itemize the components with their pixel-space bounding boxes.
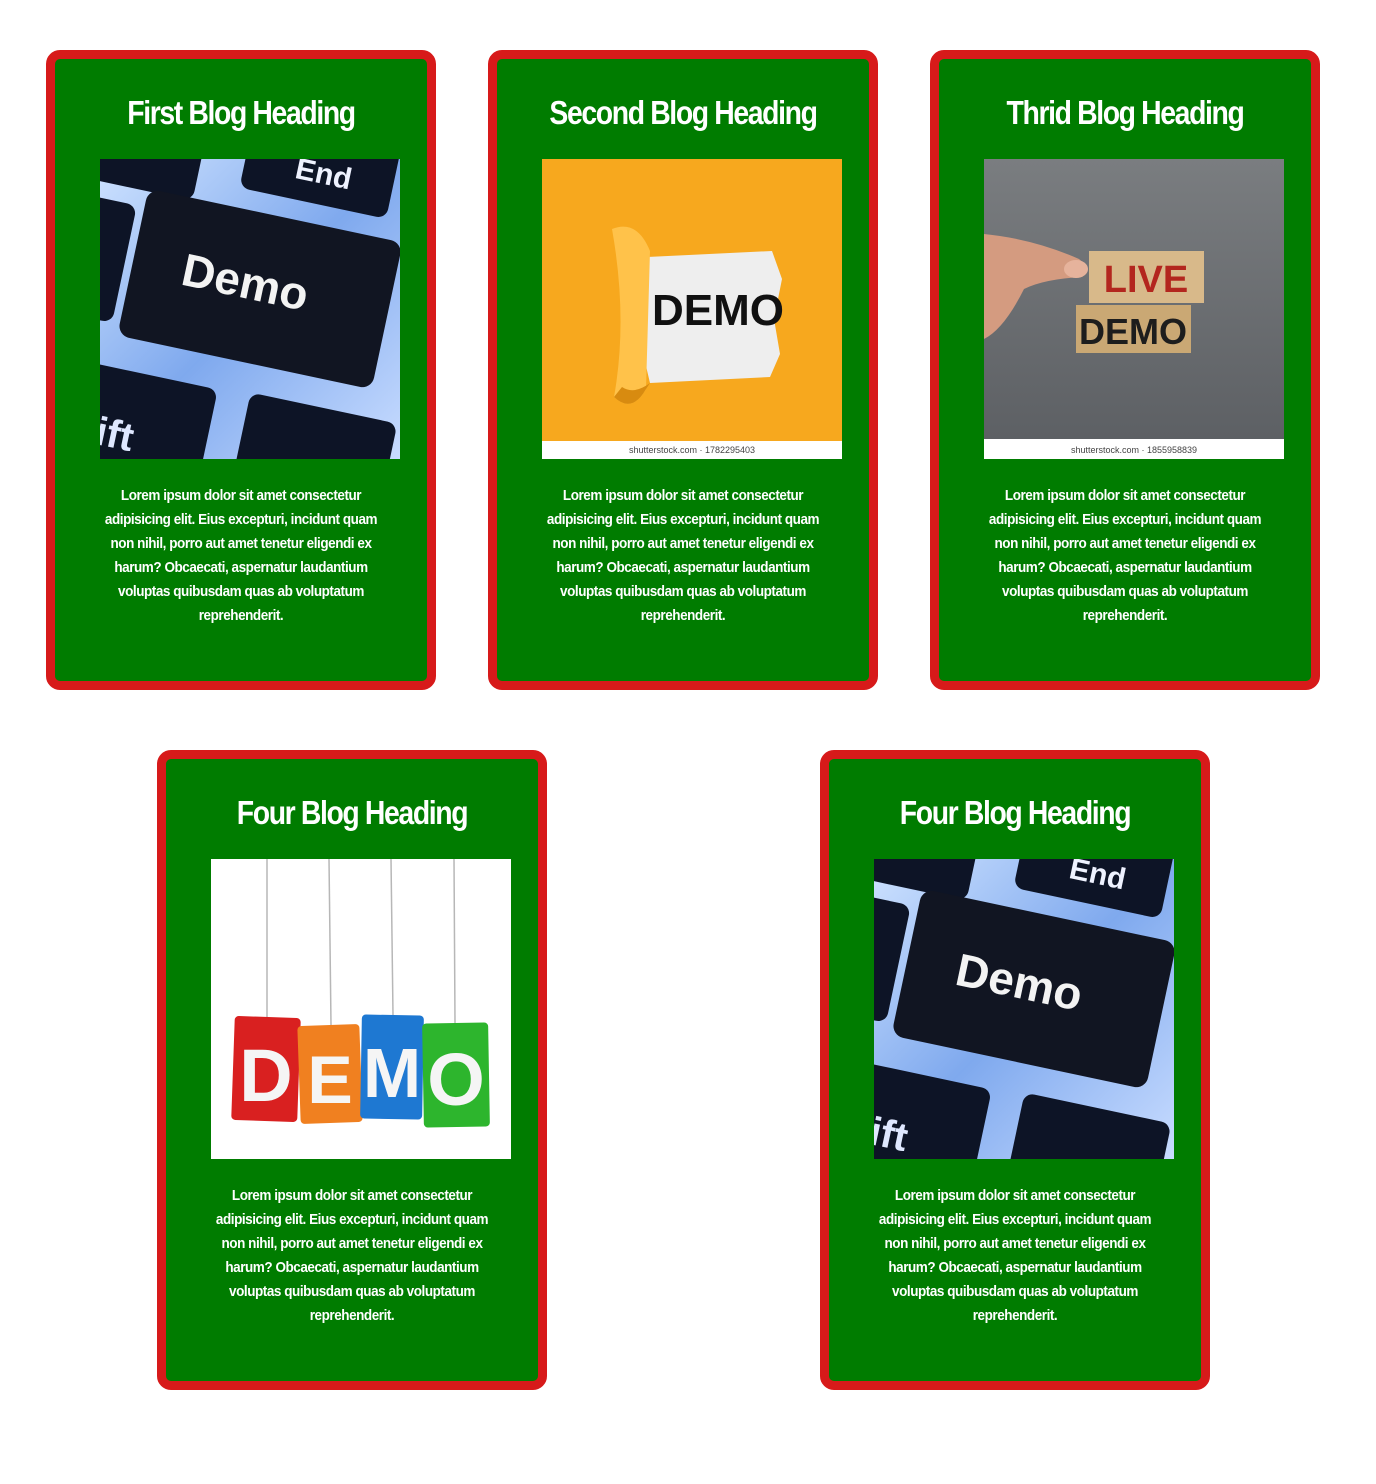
paper-label: DEMO bbox=[652, 286, 784, 335]
card-text: Lorem ipsum dolor sit amet consectetur a… bbox=[104, 487, 378, 624]
block-label-bottom: DEMO bbox=[1079, 311, 1187, 352]
tag-letter: M bbox=[363, 1034, 421, 1112]
demo-keyboard-key-image: End Demo ift bbox=[874, 859, 1174, 1159]
card-heading: Thrid Blog Heading bbox=[1006, 94, 1245, 131]
demo-keyboard-key-image: End Demo ift bbox=[100, 159, 400, 459]
card-heading: Four Blog Heading bbox=[899, 794, 1132, 831]
image-caption: shutterstock.com · 1782295403 bbox=[629, 445, 755, 455]
demo-torn-paper-image: DEMO shutterstock.com · 1782295403 bbox=[542, 159, 842, 459]
blog-card-four[interactable]: Four Blog Heading D E M O Lorem ipsum do… bbox=[157, 750, 547, 1390]
tag-letter: D bbox=[239, 1034, 292, 1117]
demo-hanging-tags-image: D E M O bbox=[211, 859, 511, 1159]
card-heading: Second Blog Heading bbox=[549, 94, 818, 131]
card-text: Lorem ipsum dolor sit amet consectetur a… bbox=[878, 1187, 1152, 1324]
tag-letter: E bbox=[307, 1042, 352, 1118]
image-caption: shutterstock.com · 1855958839 bbox=[1071, 445, 1197, 455]
card-text: Lorem ipsum dolor sit amet consectetur a… bbox=[546, 487, 820, 624]
blog-card-third[interactable]: Thrid Blog Heading LIVE DEMO shutterstoc… bbox=[930, 50, 1320, 690]
card-text: Lorem ipsum dolor sit amet consectetur a… bbox=[215, 1187, 489, 1324]
blog-card-grid: First Blog Heading End Demo ift Lorem ip… bbox=[0, 0, 1376, 1484]
live-demo-blocks-image: LIVE DEMO shutterstock.com · 1855958839 bbox=[984, 159, 1284, 459]
card-text: Lorem ipsum dolor sit amet consectetur a… bbox=[988, 487, 1262, 624]
blog-card-first[interactable]: First Blog Heading End Demo ift Lorem ip… bbox=[46, 50, 436, 690]
blog-card-second[interactable]: Second Blog Heading DEMO shutterstock.co… bbox=[488, 50, 878, 690]
card-heading: First Blog Heading bbox=[127, 94, 356, 131]
tag-letter: O bbox=[427, 1038, 485, 1121]
block-label-top: LIVE bbox=[1104, 259, 1188, 301]
card-heading: Four Blog Heading bbox=[236, 794, 469, 831]
blog-card-five[interactable]: Four Blog Heading End Demo ift Lorem ips… bbox=[820, 750, 1210, 1390]
